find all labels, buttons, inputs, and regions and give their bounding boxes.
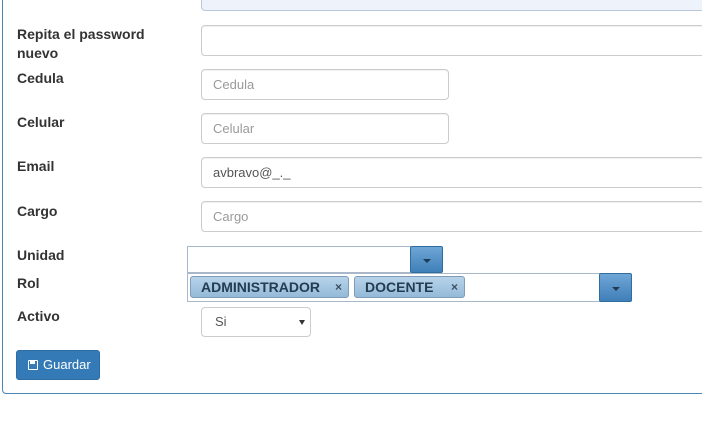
- cargo-field[interactable]: Cargo: [201, 201, 702, 232]
- remove-tag-icon[interactable]: ×: [451, 277, 458, 297]
- cargo-label: Cargo: [17, 203, 58, 219]
- save-button[interactable]: Guardar: [16, 350, 100, 380]
- chevron-down-icon: [612, 287, 620, 291]
- cedula-label: Cedula: [17, 70, 64, 86]
- password-field[interactable]: [201, 0, 702, 11]
- activo-selected-value: Si: [215, 314, 227, 329]
- unidad-label: Unidad: [17, 247, 65, 263]
- activo-select[interactable]: Si: [201, 307, 311, 337]
- unidad-combobox[interactable]: [187, 246, 443, 273]
- rol-tag-label: ADMINISTRADOR: [201, 279, 320, 295]
- repeat-password-label: Repita el password nuevo: [17, 26, 145, 61]
- cedula-field[interactable]: Cedula: [201, 69, 449, 100]
- remove-tag-icon[interactable]: ×: [335, 277, 342, 297]
- rol-tag-administrador: ADMINISTRADOR ×: [190, 276, 349, 298]
- unidad-input[interactable]: [187, 246, 411, 273]
- rol-toggle-button[interactable]: [599, 273, 632, 302]
- save-button-label: Guardar: [43, 357, 91, 372]
- repeat-password-field[interactable]: [201, 25, 702, 56]
- rol-tag-docente: DOCENTE ×: [354, 276, 465, 298]
- celular-field[interactable]: Celular: [201, 113, 449, 144]
- activo-label: Activo: [17, 308, 60, 324]
- unidad-toggle-button[interactable]: [410, 246, 443, 273]
- rol-label: Rol: [17, 275, 40, 291]
- email-field[interactable]: avbravo@_._: [201, 157, 702, 188]
- chevron-down-icon: [423, 259, 431, 263]
- email-label: Email: [17, 158, 55, 174]
- floppy-disk-icon: [28, 360, 38, 370]
- rol-tag-label: DOCENTE: [365, 279, 434, 295]
- celular-label: Celular: [17, 114, 65, 130]
- caret-down-icon: [299, 320, 305, 325]
- rol-multiselect[interactable]: ADMINISTRADOR × DOCENTE ×: [187, 273, 633, 302]
